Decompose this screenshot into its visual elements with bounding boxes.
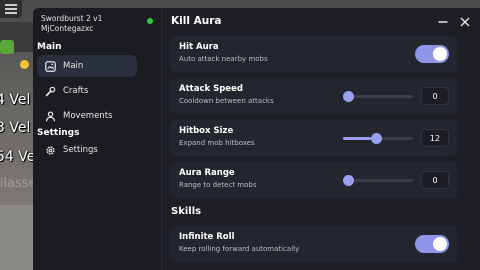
person-icon [43, 109, 57, 123]
option-description: Keep rolling forward automatically [179, 245, 300, 253]
option-title: Infinite Roll [179, 232, 235, 242]
option-description: Cooldown between attacks [179, 97, 274, 105]
option-description: Auto attack nearby mobs [179, 55, 268, 63]
app-title: Swordburst 2 v1 [41, 14, 103, 23]
hitbox-size-slider[interactable] [343, 133, 413, 144]
option-title: Attack Speed [179, 84, 243, 94]
main-panel: Kill Aura Hit Aura Auto attack nearby mo… [162, 8, 480, 270]
bg-text: 3 Vel [0, 120, 31, 136]
option-title: Aura Range [179, 168, 235, 178]
toggle-knob [433, 47, 447, 61]
sidebar-item-crafts[interactable]: Crafts [37, 80, 137, 102]
sidebar-item-label: Movements [63, 111, 113, 121]
sidebar-item-label: Crafts [63, 86, 89, 96]
slider-fill [343, 137, 371, 140]
close-icon [460, 12, 470, 31]
hit-aura-toggle[interactable] [415, 45, 449, 63]
bg-coin-icon [20, 60, 29, 69]
sidebar-item-movements[interactable]: Movements [37, 105, 137, 127]
sidebar-item-label: Main [63, 61, 84, 71]
attack-speed-value[interactable]: 0 [421, 87, 449, 105]
hitbox-size-value[interactable]: 12 [421, 129, 449, 147]
minimize-icon [438, 12, 448, 31]
minimize-button[interactable] [436, 14, 450, 28]
image-icon [43, 59, 57, 73]
sidebar-item-settings[interactable]: Settings [37, 139, 137, 161]
bg-shape [0, 40, 14, 54]
username: MjContegazxc [41, 24, 94, 33]
sidebar-section-main: Main [37, 42, 62, 52]
sidebar-section-settings: Settings [37, 128, 80, 138]
option-description: Expand mob hitboxes [179, 139, 255, 147]
page-title: Kill Aura [171, 15, 222, 27]
slider-thumb[interactable] [343, 175, 354, 186]
close-button[interactable] [458, 14, 472, 28]
game-menu-icon[interactable] [0, 0, 22, 18]
slider-thumb[interactable] [343, 91, 354, 102]
aura-range-slider[interactable] [343, 175, 413, 186]
option-attack-speed: Attack Speed Cooldown between attacks 0 [170, 78, 458, 114]
wrench-icon [43, 84, 57, 98]
slider-thumb[interactable] [371, 133, 382, 144]
option-description: Range to detect mobs [179, 181, 257, 189]
infinite-roll-toggle[interactable] [415, 235, 449, 253]
brand: Swordburst 2 v1 MjContegazxc [41, 14, 153, 34]
option-hitbox-size: Hitbox Size Expand mob hitboxes 12 [170, 120, 458, 156]
bg-text: 4 Vel [0, 92, 31, 108]
option-aura-range: Aura Range Range to detect mobs 0 [170, 162, 458, 198]
option-infinite-roll: Infinite Roll Keep rolling forward autom… [170, 226, 458, 262]
gear-icon [43, 143, 57, 157]
sidebar: Swordburst 2 v1 MjContegazxc Main Main C… [33, 8, 162, 270]
sidebar-item-label: Settings [63, 145, 98, 155]
option-title: Hit Aura [179, 42, 219, 52]
aura-range-value[interactable]: 0 [421, 171, 449, 189]
attack-speed-slider[interactable] [343, 91, 413, 102]
option-title: Hitbox Size [179, 126, 234, 136]
script-window: Swordburst 2 v1 MjContegazxc Main Main C… [33, 8, 480, 270]
sidebar-item-main[interactable]: Main [37, 55, 137, 77]
option-hit-aura: Hit Aura Auto attack nearby mobs [170, 36, 458, 72]
section-title-skills: Skills [171, 206, 202, 217]
status-indicator [147, 18, 153, 24]
toggle-knob [433, 237, 447, 251]
